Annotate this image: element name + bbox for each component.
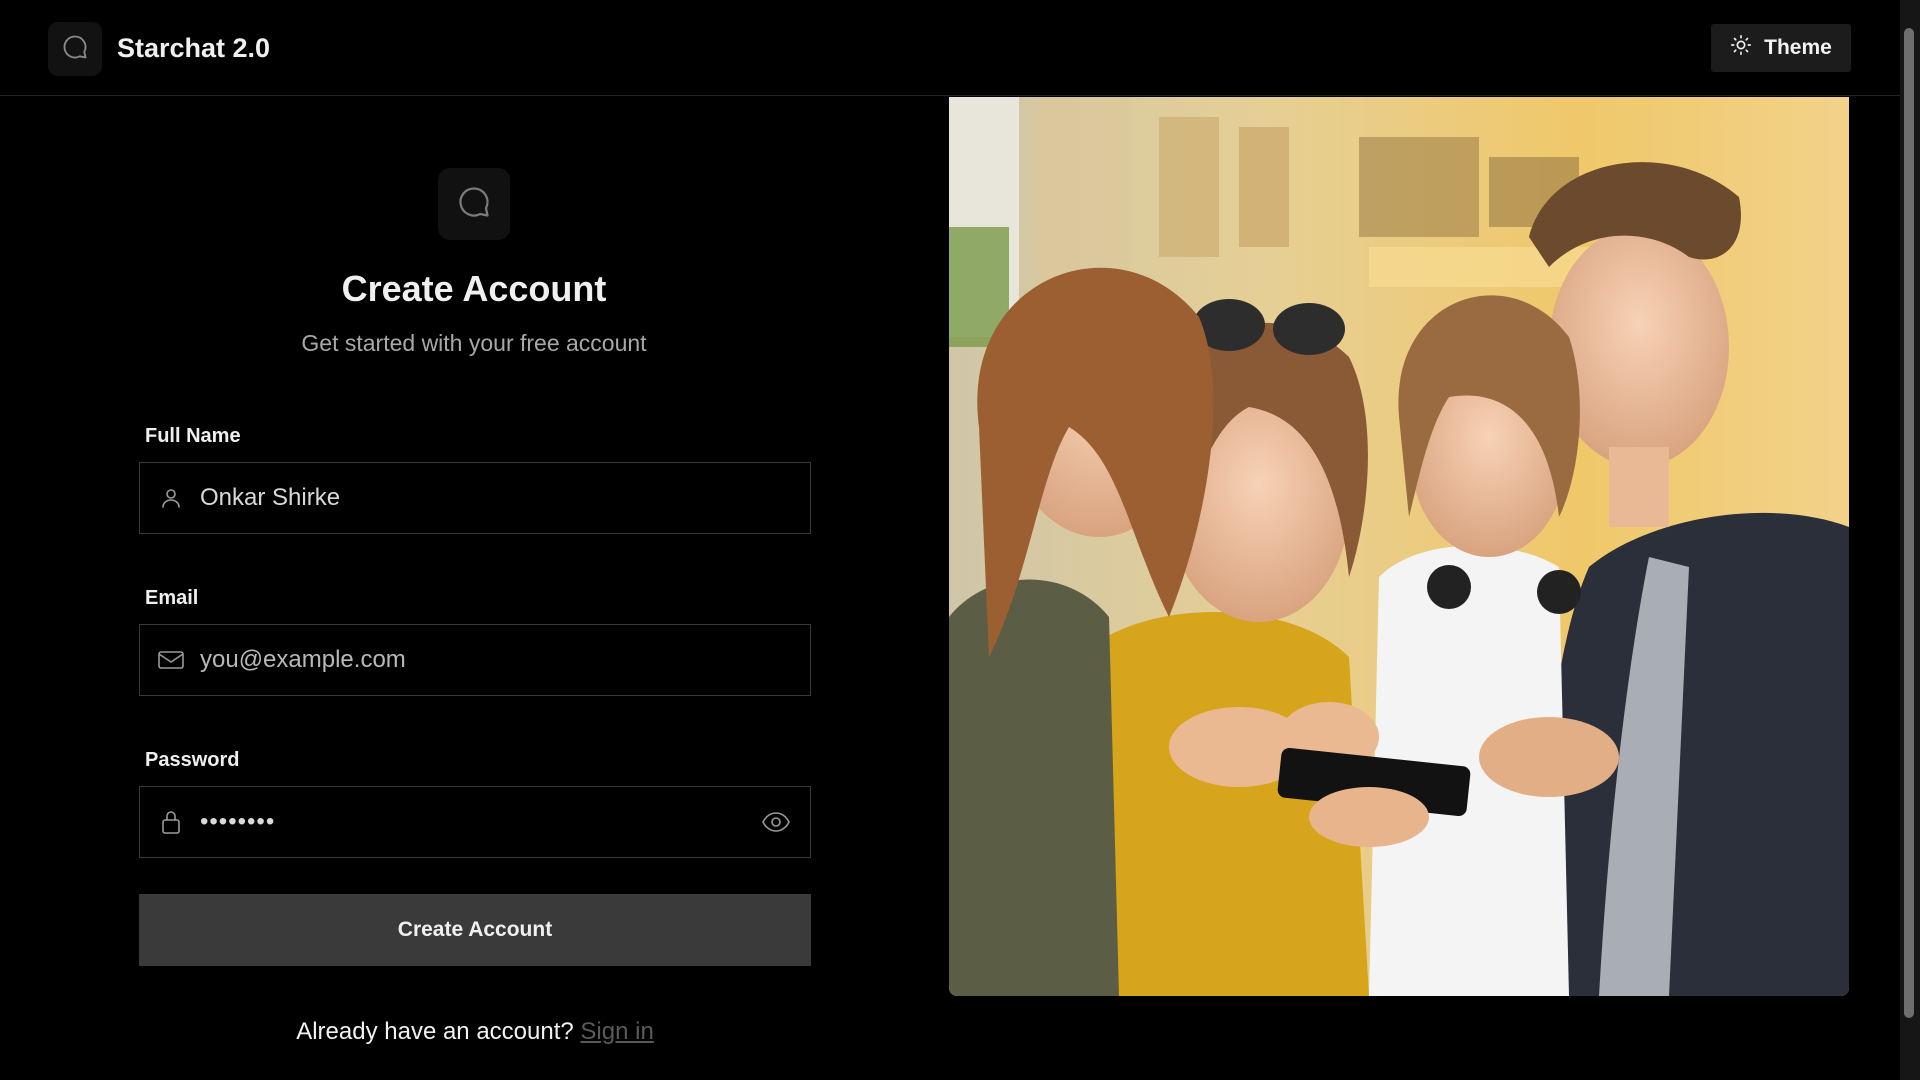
top-header: Starchat 2.0 Theme (0, 0, 1900, 96)
create-account-button[interactable]: Create Account (139, 894, 811, 966)
signup-page: Starchat 2.0 Theme Create Account Get st… (0, 0, 1920, 1080)
email-input[interactable] (200, 625, 810, 695)
form-title: Create Account (341, 268, 607, 309)
password-input[interactable] (200, 787, 759, 857)
user-icon (157, 484, 185, 512)
mail-icon (157, 646, 185, 674)
form-subtitle: Get started with your free account (301, 330, 647, 356)
full-name-field-wrapper (139, 462, 811, 534)
theme-button-label: Theme (1764, 36, 1832, 59)
theme-button[interactable]: Theme (1711, 24, 1851, 72)
lock-icon (157, 808, 185, 836)
chat-bubble-icon (61, 33, 89, 66)
app-title: Starchat 2.0 (117, 33, 271, 63)
eye-icon[interactable] (759, 805, 793, 839)
form-logo (438, 168, 510, 240)
email-field-wrapper (139, 624, 811, 696)
signin-prompt: Already have an account? (296, 1018, 574, 1045)
password-field-wrapper (139, 786, 811, 858)
sun-icon (1730, 34, 1752, 62)
full-name-label: Full Name (145, 425, 241, 447)
chat-bubble-icon (456, 184, 492, 225)
app-logo[interactable] (48, 22, 102, 76)
password-label: Password (145, 749, 240, 771)
signin-row: Already have an account? Sign in (139, 1018, 811, 1046)
hero-photo (949, 97, 1849, 996)
scrollbar-thumb[interactable] (1904, 28, 1914, 1018)
page-scrollbar[interactable] (1900, 0, 1920, 1080)
signin-link[interactable]: Sign in (580, 1018, 653, 1045)
full-name-input[interactable] (200, 463, 810, 533)
email-label: Email (145, 587, 199, 609)
